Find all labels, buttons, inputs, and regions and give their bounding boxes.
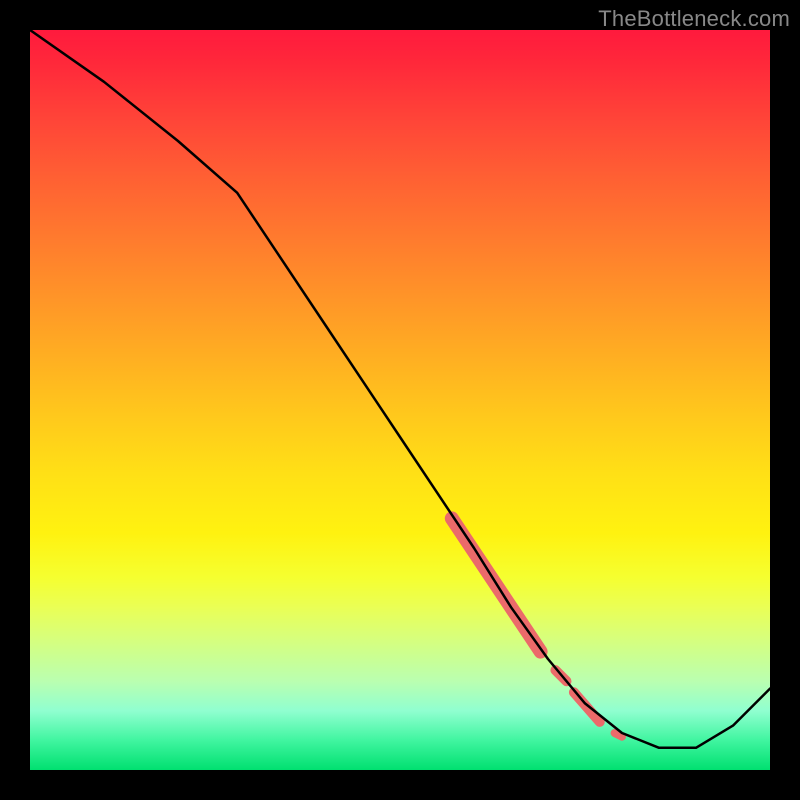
plot-area — [30, 30, 770, 770]
curve-svg — [30, 30, 770, 770]
watermark-text: TheBottleneck.com — [598, 6, 790, 32]
highlight-short-1 — [574, 692, 600, 722]
chart-container: TheBottleneck.com — [0, 0, 800, 800]
main-curve — [30, 30, 770, 748]
